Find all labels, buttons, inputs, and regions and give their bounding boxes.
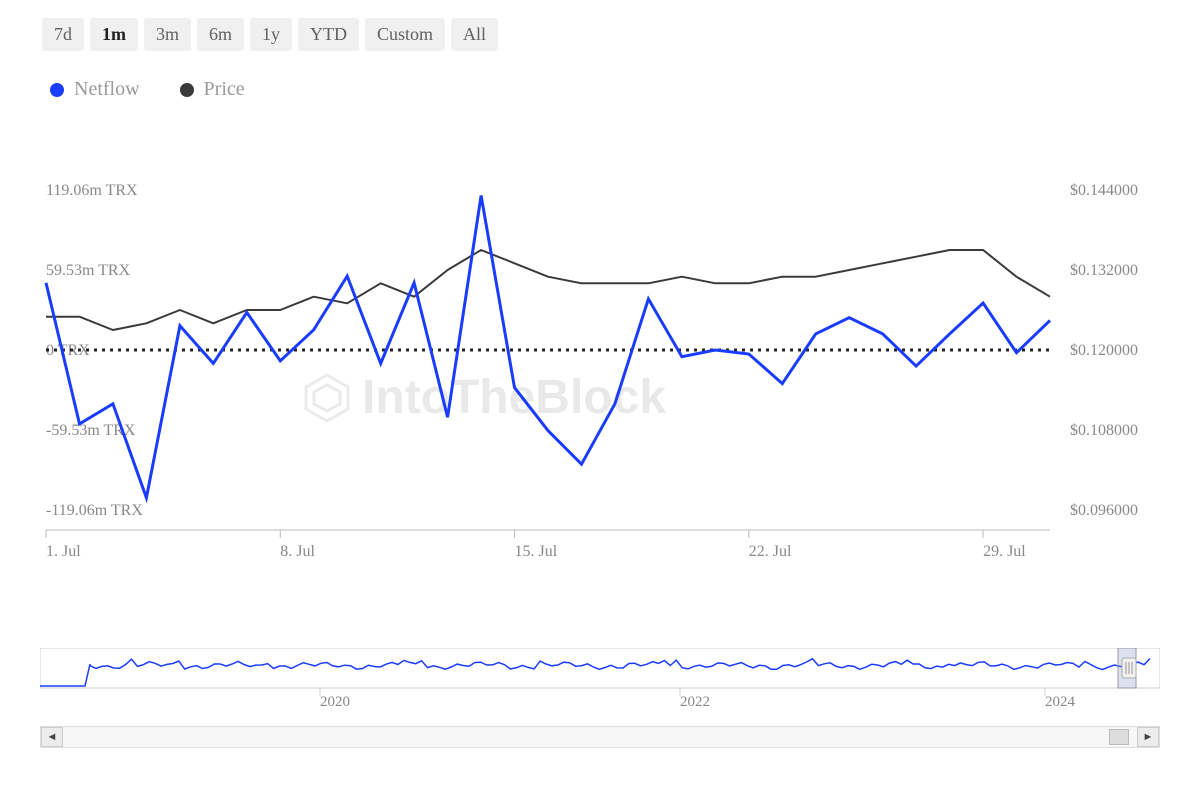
range-tab-ytd[interactable]: YTD xyxy=(298,18,359,51)
y-right-tick-label: $0.096000 xyxy=(1070,502,1138,519)
y-right-tick-label: $0.108000 xyxy=(1070,422,1138,439)
range-tab-3m[interactable]: 3m xyxy=(144,18,191,51)
legend-item-price[interactable]: Price xyxy=(180,78,245,101)
navigator-year-label: 2022 xyxy=(680,694,710,708)
y-left-tick-label: -119.06m TRX xyxy=(46,502,143,519)
range-tab-6m[interactable]: 6m xyxy=(197,18,244,51)
y-left-tick-label: 119.06m TRX xyxy=(46,182,138,199)
navigator-year-label: 2024 xyxy=(1045,694,1076,708)
range-tab-custom[interactable]: Custom xyxy=(365,18,445,51)
scroll-track[interactable] xyxy=(63,727,1137,747)
x-tick-label: 29. Jul xyxy=(983,543,1026,560)
range-tab-1y[interactable]: 1y xyxy=(250,18,292,51)
scroll-thumb[interactable] xyxy=(1109,729,1129,745)
legend-item-netflow[interactable]: Netflow xyxy=(50,78,140,101)
y-left-tick-label: 0 TRX xyxy=(46,342,90,359)
legend-label: Price xyxy=(204,78,245,101)
legend-label: Netflow xyxy=(74,78,140,101)
navigator-scrollbar[interactable]: ◄ ► xyxy=(40,726,1160,748)
x-tick-label: 1. Jul xyxy=(46,543,81,560)
y-left-tick-label: 59.53m TRX xyxy=(46,262,131,279)
range-tab-7d[interactable]: 7d xyxy=(42,18,84,51)
main-chart: 119.06m TRX59.53m TRX0 TRX-59.53m TRX-11… xyxy=(40,190,1160,560)
netflow-series-line xyxy=(46,196,1050,498)
navigator-handle-right[interactable] xyxy=(1122,658,1136,678)
y-right-tick-label: $0.120000 xyxy=(1070,342,1138,359)
navigator[interactable]: 2020 2022 2024 ◄ ► xyxy=(40,648,1160,748)
chart-legend: Netflow Price xyxy=(50,78,245,101)
x-tick-label: 15. Jul xyxy=(515,543,558,560)
range-tab-1m[interactable]: 1m xyxy=(90,18,138,51)
y-right-tick-label: $0.132000 xyxy=(1070,262,1138,279)
navigator-mini-series xyxy=(40,659,1150,687)
y-right-tick-label: $0.144000 xyxy=(1070,182,1138,199)
range-tabs: 7d1m3m6m1yYTDCustomAll xyxy=(42,18,498,51)
chart-svg: 119.06m TRX59.53m TRX0 TRX-59.53m TRX-11… xyxy=(40,190,1160,560)
navigator-svg[interactable]: 2020 2022 2024 xyxy=(40,648,1160,708)
x-tick-label: 8. Jul xyxy=(280,543,315,560)
x-tick-label: 22. Jul xyxy=(749,543,792,560)
legend-dot-icon xyxy=(180,83,194,97)
legend-dot-icon xyxy=(50,83,64,97)
scroll-left-arrow[interactable]: ◄ xyxy=(41,727,63,747)
price-series-line xyxy=(46,250,1050,330)
range-tab-all[interactable]: All xyxy=(451,18,498,51)
navigator-year-label: 2020 xyxy=(320,694,350,708)
scroll-right-arrow[interactable]: ► xyxy=(1137,727,1159,747)
